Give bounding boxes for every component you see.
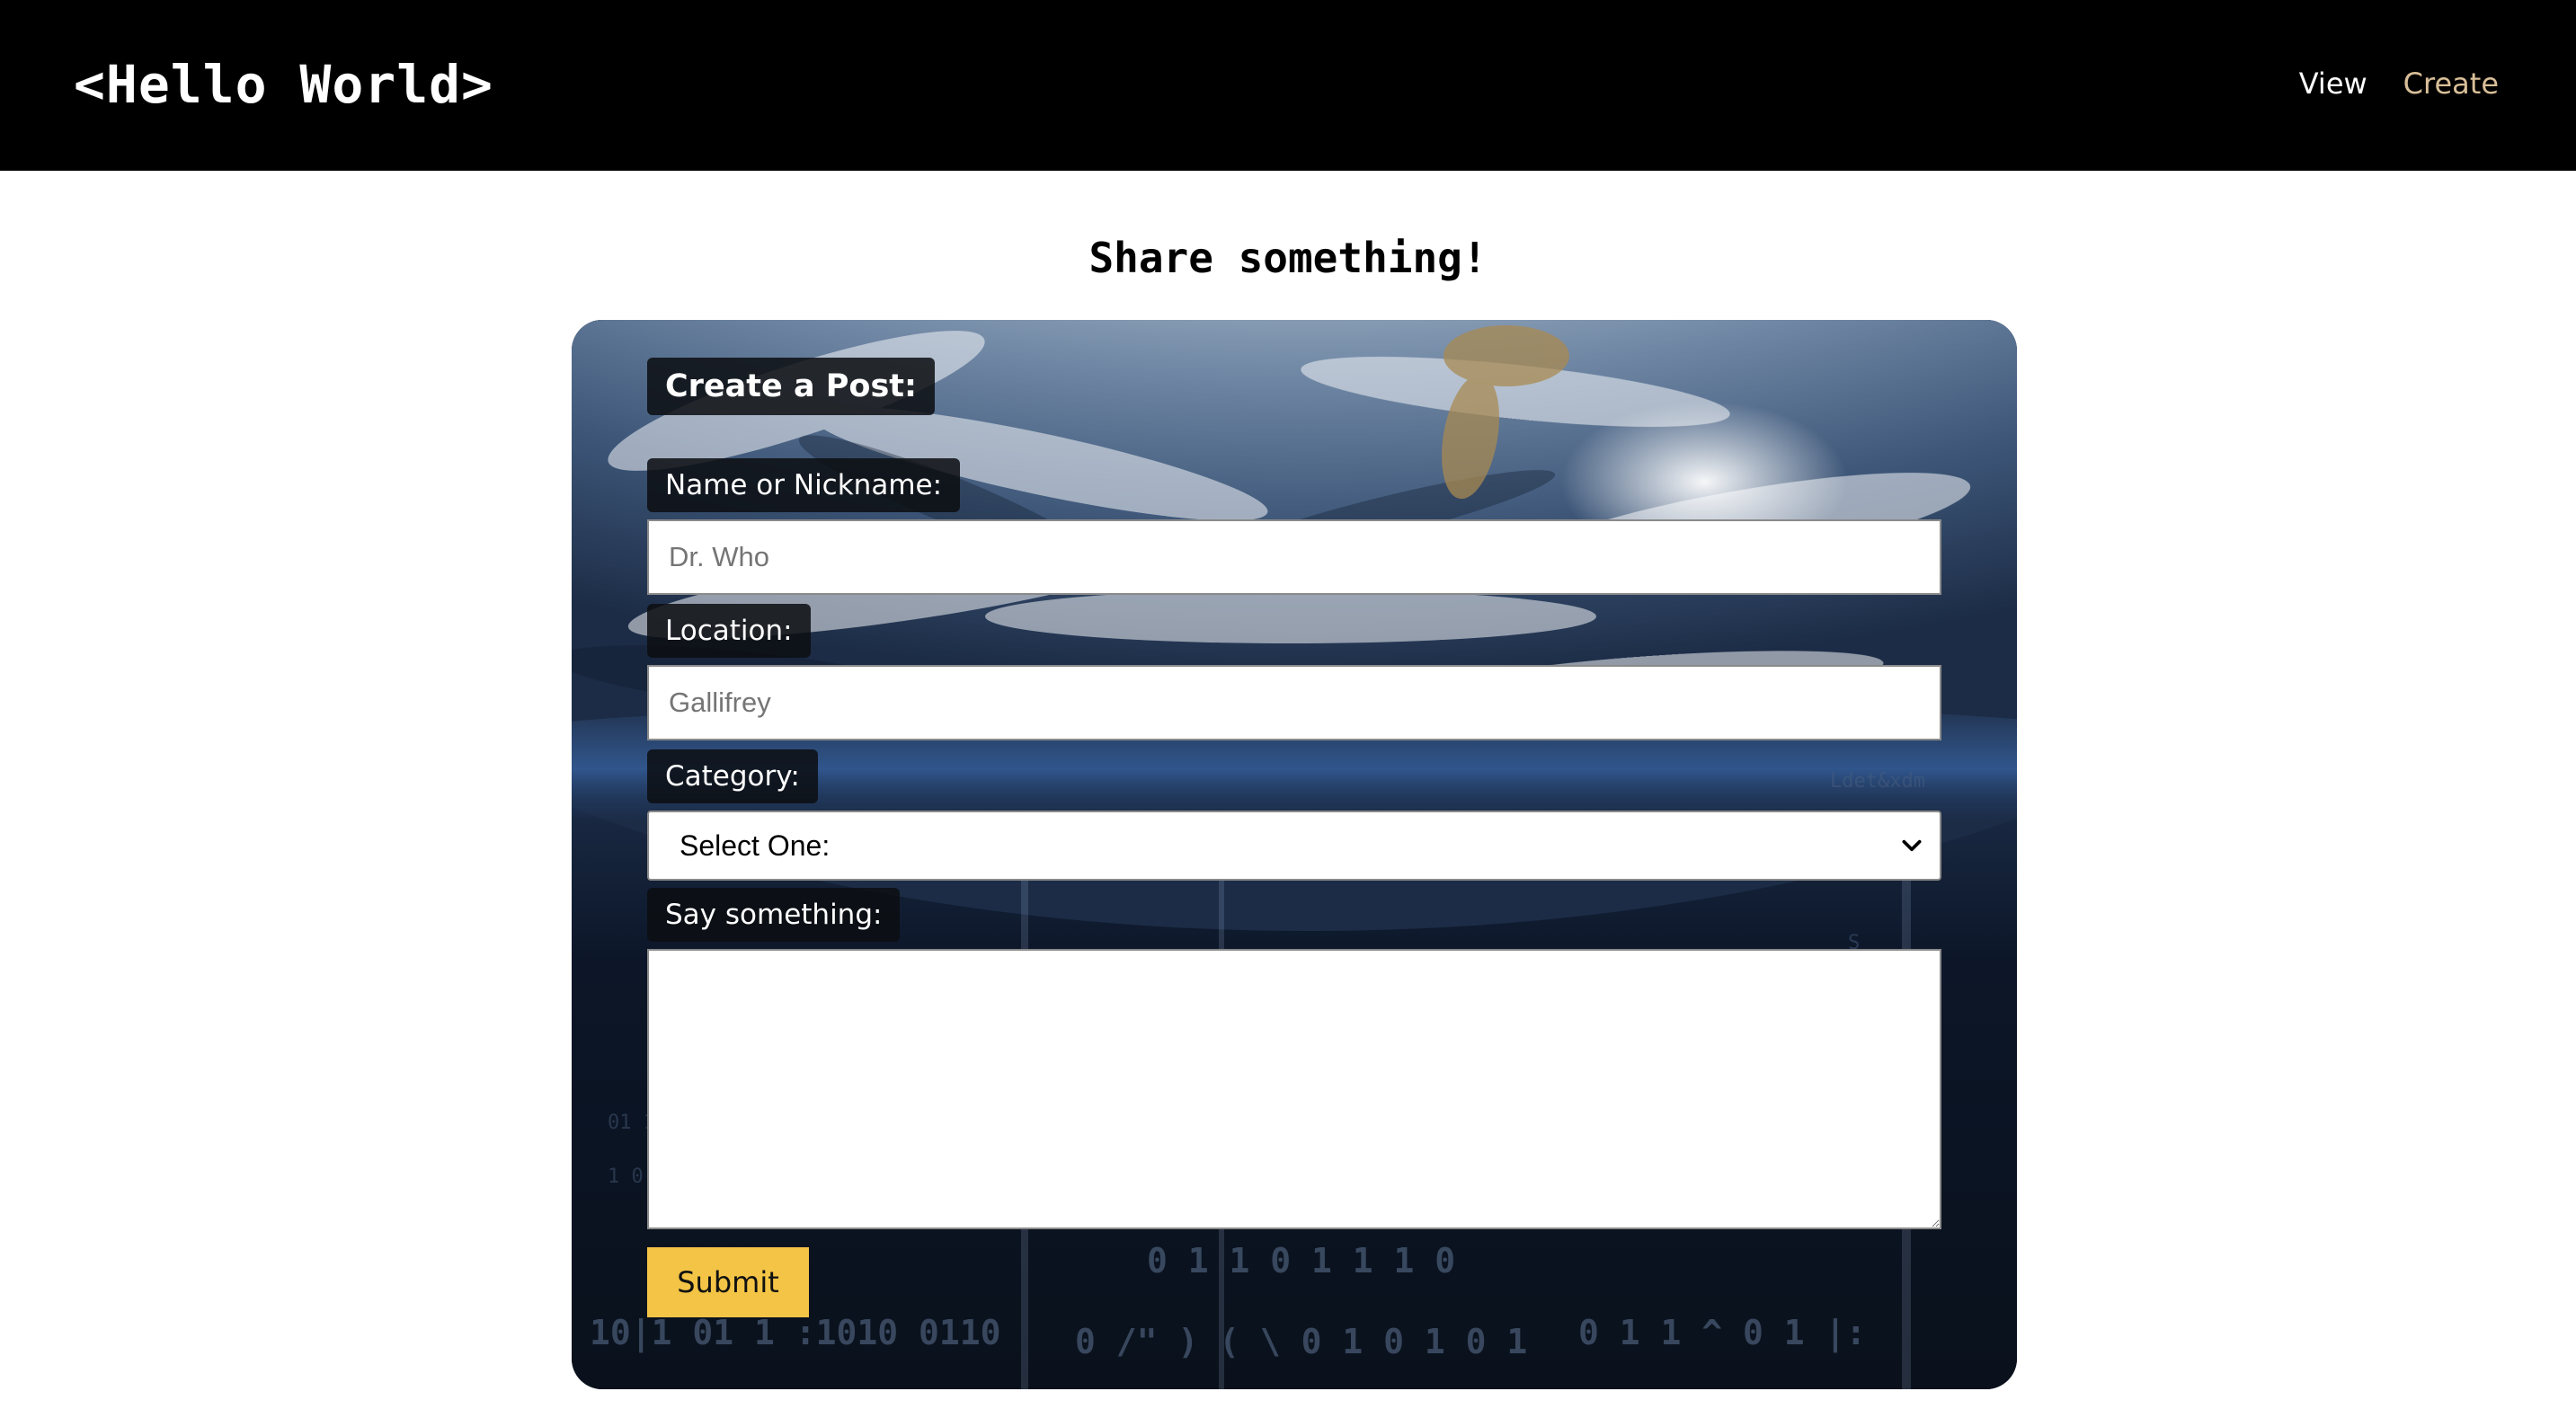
category-select[interactable]: Select One: — [647, 811, 1941, 881]
top-navbar: <Hello World> View Create — [0, 0, 2576, 171]
message-textarea[interactable] — [647, 949, 1941, 1229]
nav-link-create[interactable]: Create — [2403, 61, 2499, 106]
chevron-down-icon — [1902, 839, 1922, 852]
category-selected-value: Select One: — [680, 829, 831, 862]
location-label: Location: — [647, 604, 811, 658]
nav-links: View Create — [2299, 61, 2499, 106]
brand-logo[interactable]: <Hello World> — [74, 47, 493, 122]
message-label: Say something: — [647, 888, 901, 942]
create-post-card: 10|1 01 1 :1010 0110 0 /" ) ( \ 0 1 0 1 … — [572, 320, 2017, 1389]
name-input[interactable] — [647, 519, 1941, 595]
name-label: Name or Nickname: — [647, 458, 961, 512]
location-input[interactable] — [647, 665, 1941, 740]
submit-button[interactable]: Submit — [647, 1247, 809, 1317]
create-post-form: Create a Post: Name or Nickname: Locatio… — [572, 320, 2017, 1389]
form-title: Create a Post: — [647, 358, 936, 415]
page-heading: Share something! — [1088, 234, 1488, 282]
nav-link-view[interactable]: View — [2299, 61, 2367, 106]
category-label: Category: — [647, 749, 818, 803]
